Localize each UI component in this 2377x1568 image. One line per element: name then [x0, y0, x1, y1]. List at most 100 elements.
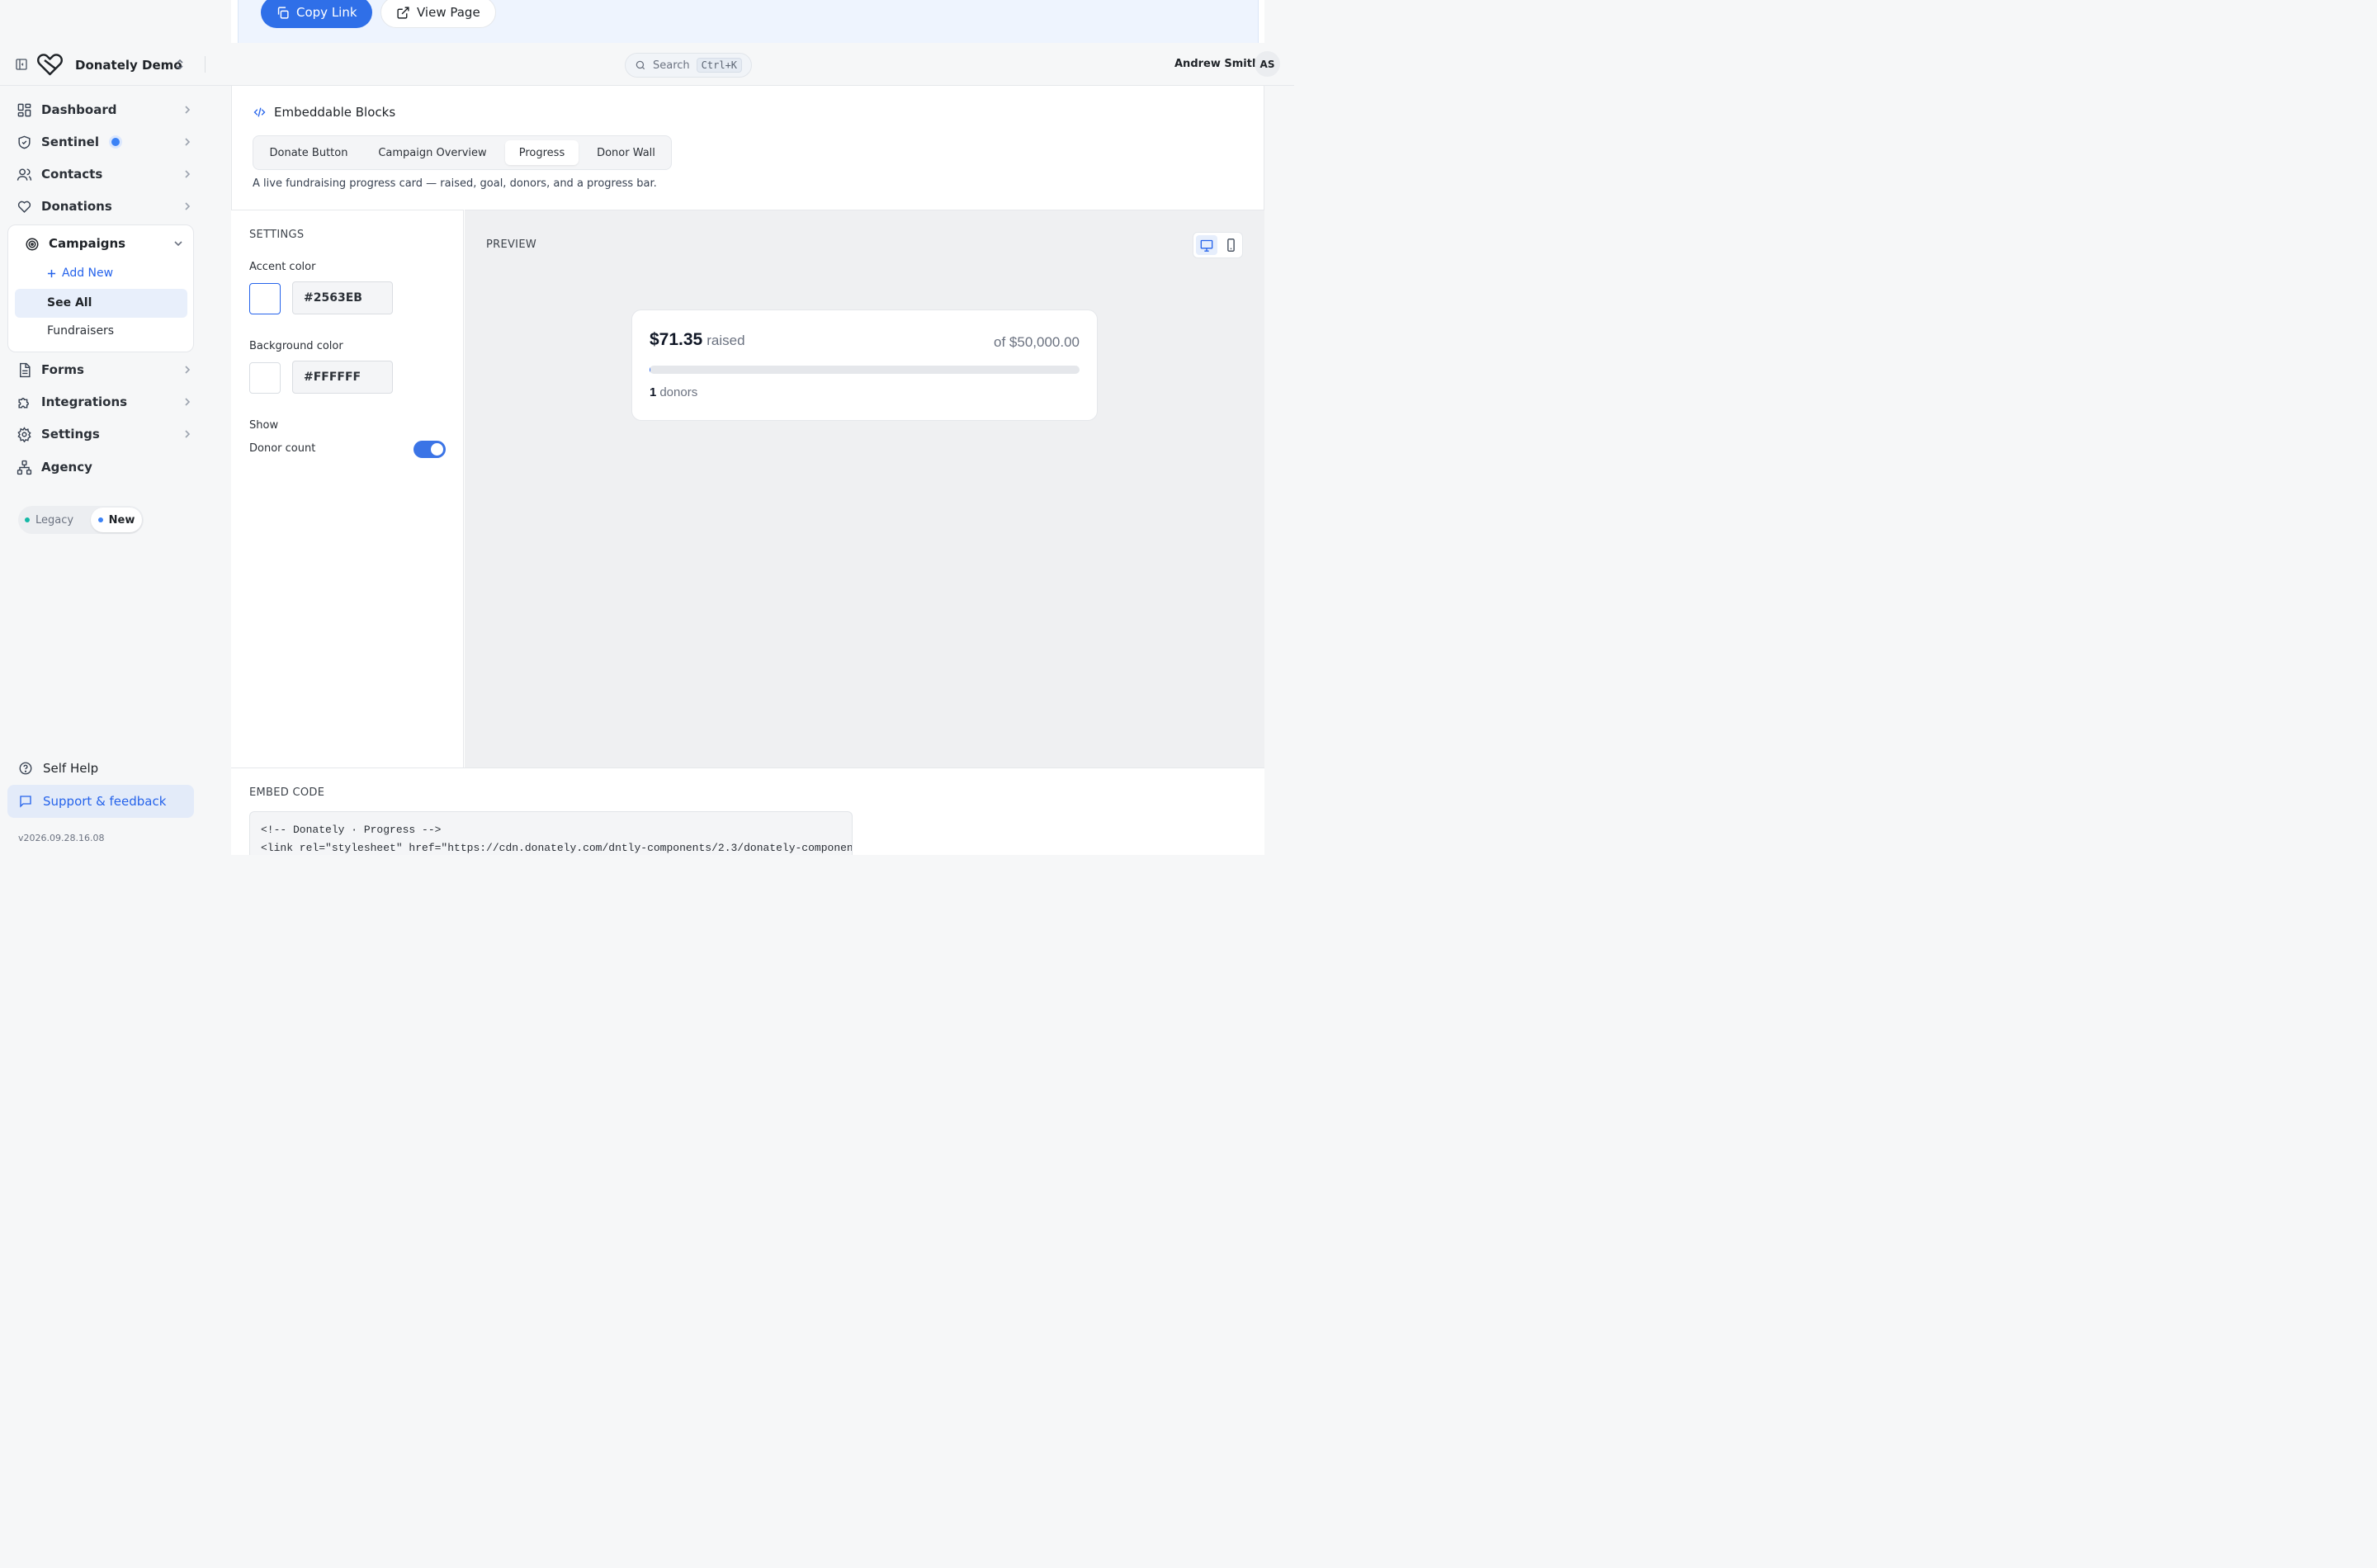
phone-icon — [1226, 239, 1236, 252]
header-divider — [205, 56, 206, 73]
background-color-label: Background color — [249, 340, 343, 352]
background-color-input[interactable]: #FFFFFF — [292, 361, 393, 394]
heart-icon — [17, 199, 32, 215]
show-label: Show — [249, 419, 279, 432]
tab-campaign-overview[interactable]: Campaign Overview — [366, 140, 499, 165]
view-page-label: View Page — [417, 5, 480, 20]
add-new-campaign-link[interactable]: Add New — [47, 267, 113, 280]
new-dot-icon — [97, 517, 103, 522]
sidebar-item-forms[interactable]: Forms — [17, 357, 198, 383]
sidebar-item-label: Settings — [41, 427, 100, 442]
chevron-right-icon — [183, 397, 191, 407]
sidebar-item-label: Contacts — [41, 167, 103, 182]
org-switcher[interactable]: Donately Demo — [75, 57, 182, 73]
new-label: New — [108, 513, 135, 527]
shield-icon — [17, 135, 32, 150]
page-title: Embeddable Blocks — [274, 105, 396, 120]
sidebar-item-donations[interactable]: Donations — [17, 193, 198, 220]
self-help-link[interactable]: Self Help — [7, 753, 194, 784]
sidebar-item-campaigns[interactable]: Campaigns — [49, 236, 125, 251]
device-toggle — [1193, 232, 1243, 258]
donor-summary: 1 donors — [650, 385, 697, 399]
support-feedback-link[interactable]: Support & feedback — [7, 785, 194, 818]
donor-count: 1 — [650, 385, 657, 399]
accent-color-swatch[interactable] — [249, 283, 281, 314]
accent-color-input[interactable]: #2563EB — [292, 281, 393, 314]
tab-progress[interactable]: Progress — [505, 140, 579, 165]
copy-icon — [276, 6, 290, 20]
sidebar-item-settings[interactable]: Settings — [17, 421, 198, 447]
sidebar-item-dashboard[interactable]: Dashboard — [17, 97, 198, 123]
settings-heading: SETTINGS — [249, 229, 305, 241]
status-badge — [111, 138, 120, 146]
sidebar-item-integrations[interactable]: Integrations — [17, 389, 198, 415]
sidebar-item-label: Donations — [41, 199, 112, 214]
see-all-label: See All — [47, 296, 92, 309]
monitor-icon — [1200, 239, 1213, 252]
support-label: Support & feedback — [43, 794, 167, 809]
grid-icon — [17, 102, 32, 118]
donor-count-toggle[interactable] — [413, 441, 446, 458]
code-line-1: <!-- Donately · Progress --> — [261, 824, 442, 836]
donor-count-label: Donor count — [249, 442, 316, 455]
copy-link-label: Copy Link — [296, 5, 357, 20]
preview-heading: PREVIEW — [486, 239, 536, 251]
view-page-button[interactable]: View Page — [380, 0, 496, 28]
sidebar-item-contacts[interactable]: Contacts — [17, 161, 198, 187]
copy-link-button[interactable]: Copy Link — [261, 0, 372, 28]
org-name: Donately Demo — [75, 58, 182, 73]
accent-color-label: Accent color — [249, 261, 316, 273]
sidebar-item-label: Agency — [41, 460, 92, 475]
self-help-label: Self Help — [43, 761, 99, 776]
search-button[interactable]: Search Ctrl+K — [625, 53, 752, 78]
message-icon — [18, 794, 33, 809]
plus-icon — [47, 269, 56, 278]
donately-logo-icon — [37, 52, 63, 77]
raised-summary: $71.35 raised — [650, 330, 745, 350]
chevron-right-icon — [183, 365, 191, 375]
sidebar-item-sentinel[interactable]: Sentinel — [17, 129, 198, 155]
sidebar-item-label: Dashboard — [41, 102, 117, 117]
preview-panel — [465, 210, 1264, 767]
mobile-view-button[interactable] — [1220, 235, 1241, 255]
sidebar-item-agency[interactable]: Agency — [17, 454, 198, 480]
embed-code-heading: EMBED CODE — [249, 786, 325, 799]
chevron-right-icon — [183, 105, 191, 115]
raised-word: raised — [706, 333, 745, 348]
tab-donate-button[interactable]: Donate Button — [258, 140, 359, 165]
embed-code-box[interactable]: <!-- Donately · Progress --> <link rel="… — [249, 811, 853, 855]
code-line-2: <link rel="stylesheet" href="https://cdn… — [261, 842, 853, 854]
goal-text: of $50,000.00 — [994, 334, 1080, 350]
new-option[interactable]: New — [91, 508, 142, 532]
gear-icon — [17, 426, 32, 442]
tab-donor-wall[interactable]: Donor Wall — [586, 140, 666, 165]
legacy-dot-icon — [25, 517, 30, 522]
sidebar-subitem-see-all[interactable]: See All — [15, 289, 187, 318]
search-icon — [635, 59, 646, 71]
search-label: Search — [653, 59, 690, 72]
sidebar-collapse-icon[interactable] — [15, 58, 28, 71]
search-shortcut: Ctrl+K — [696, 58, 743, 73]
legacy-option[interactable]: Legacy — [25, 512, 73, 528]
progress-card: $71.35 raised of $50,000.00 1 donors — [631, 309, 1098, 421]
help-circle-icon — [18, 761, 33, 776]
users-icon — [17, 167, 32, 182]
chevron-right-icon — [183, 169, 191, 179]
chevron-updown-icon[interactable] — [175, 59, 185, 70]
network-icon — [17, 460, 32, 475]
background-color-swatch[interactable] — [249, 362, 281, 394]
chevron-down-icon[interactable] — [173, 239, 183, 248]
desktop-view-button[interactable] — [1196, 235, 1217, 255]
app-version: v2026.09.28.16.08 — [18, 833, 105, 843]
sidebar-subitem-fundraisers[interactable]: Fundraisers — [47, 324, 114, 338]
avatar[interactable]: AS — [1255, 51, 1280, 77]
chevron-right-icon — [183, 201, 191, 211]
puzzle-icon — [17, 394, 32, 410]
sidebar-item-label: Integrations — [41, 394, 128, 409]
chevron-right-icon — [183, 137, 191, 147]
user-name[interactable]: Andrew Smith — [1174, 58, 1259, 70]
add-new-label: Add New — [62, 267, 114, 280]
external-link-icon — [396, 6, 410, 20]
toggle-knob — [431, 443, 443, 456]
target-icon — [25, 237, 40, 252]
